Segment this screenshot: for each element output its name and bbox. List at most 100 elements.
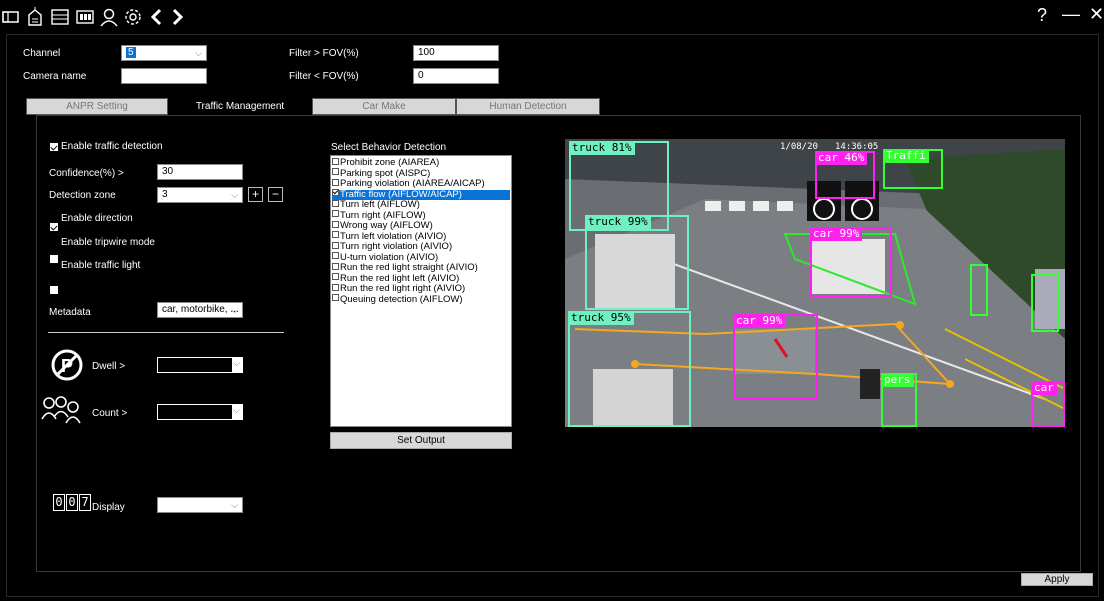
behavior-item[interactable]: Turn right violation (AIVIO) (332, 242, 510, 252)
behavior-item[interactable]: Run the red light right (AIVIO) (332, 284, 510, 294)
detection-zone-label: Detection zone (49, 190, 116, 201)
behavior-item[interactable]: Traffic flow (AIFLOW/AICAP) (332, 188, 510, 200)
enable-traffic-detection-label: Enable traffic detection (61, 141, 163, 152)
dwell-label: Dwell > (92, 361, 126, 372)
behavior-item[interactable]: Queuing detection (AIFLOW) (332, 294, 510, 305)
behavior-checkbox[interactable] (332, 157, 339, 165)
detection-label: truck 95% (568, 311, 634, 325)
osd-date: 1/08/20 (780, 142, 818, 152)
people-count-icon (40, 395, 84, 430)
behavior-item-label: Run the red light right (AIVIO) (340, 283, 466, 294)
behavior-checkbox[interactable] (332, 189, 339, 197)
behavior-checkbox[interactable] (332, 262, 339, 270)
behavior-checkbox[interactable] (332, 283, 339, 291)
chip-icon[interactable] (24, 6, 46, 28)
behavior-checkbox[interactable] (332, 178, 339, 186)
behavior-item-label: U-turn violation (AIVIO) (340, 251, 439, 263)
behavior-item-label: Parking spot (AISPC) (340, 167, 431, 179)
enable-traffic-light-label: Enable traffic light (61, 260, 141, 271)
enable-direction-label: Enable direction (61, 213, 133, 224)
chevron-down-icon: ⌵ (231, 305, 238, 315)
behavior-listbox: Prohibit zone (AIAREA) Parking spot (AISP… (330, 155, 512, 427)
back-icon[interactable] (146, 6, 168, 28)
behavior-item-label: Run the red light left (AIVIO) (340, 272, 460, 284)
behavior-item[interactable]: Parking violation (AIAREA/AICAP) (332, 179, 510, 189)
behavior-checkbox[interactable] (332, 294, 339, 302)
behavior-checkbox[interactable] (332, 168, 339, 176)
behavior-item[interactable]: Run the red light straight (AIVIO) (332, 263, 510, 273)
chevron-down-icon: ⌵ (231, 500, 238, 510)
chevron-down-icon: ⌵ (233, 358, 240, 368)
enable-direction-checkbox[interactable] (50, 223, 58, 231)
count-select[interactable]: ⌵ (157, 404, 243, 420)
detection-label: truck 99% (585, 215, 651, 229)
user-icon[interactable] (98, 6, 120, 28)
window-icon[interactable] (0, 6, 22, 28)
channel-select[interactable]: 5 ⌵ (121, 45, 207, 61)
no-parking-icon: P (50, 348, 84, 387)
enable-traffic-detection-checkbox[interactable] (50, 143, 58, 151)
add-zone-button[interactable]: + (248, 187, 263, 202)
behavior-item[interactable]: Wrong way (AIFLOW) (332, 221, 510, 231)
behavior-checkbox[interactable] (332, 252, 339, 260)
behavior-item-label: Turn left violation (AIVIO) (340, 230, 447, 242)
camera-name-input[interactable] (121, 68, 207, 84)
tab-human-detection[interactable]: Human Detection (456, 98, 600, 115)
detection-box (568, 311, 691, 427)
behavior-item-label: Turn right (AIFLOW) (340, 209, 426, 221)
behavior-checkbox[interactable] (332, 220, 339, 228)
chevron-down-icon: ⌵ (231, 190, 238, 200)
detection-label: car 99% (733, 314, 786, 328)
detection-label: pers (881, 373, 914, 387)
filter-lt-label: Filter < FOV(%) (289, 71, 359, 82)
enable-traffic-light-checkbox[interactable] (50, 286, 58, 294)
behavior-item-label: Parking violation (AIAREA/AICAP) (340, 178, 485, 189)
behavior-title: Select Behavior Detection (331, 142, 447, 153)
enable-tripwire-checkbox[interactable] (50, 255, 58, 263)
behavior-item[interactable]: Parking spot (AISPC) (332, 167, 510, 179)
digit: 0 (66, 494, 78, 511)
device-icon[interactable] (49, 6, 71, 28)
behavior-item[interactable]: Prohibit zone (AIAREA) (332, 158, 510, 168)
filter-gt-label: Filter > FOV(%) (289, 48, 359, 59)
display-select[interactable]: ⌵ (157, 497, 243, 513)
behavior-item[interactable]: U-turn violation (AIVIO) (332, 251, 510, 263)
digit-display-icon: 0 0 7 (53, 494, 91, 511)
behavior-checkbox[interactable] (332, 273, 339, 281)
confidence-input[interactable]: 30 (157, 164, 243, 180)
detection-label: Traffi (883, 149, 929, 163)
detection-box (970, 264, 988, 316)
filter-gt-input[interactable]: 100 (413, 45, 499, 61)
camera-name-label: Camera name (23, 71, 87, 82)
set-output-button[interactable]: Set Output (330, 432, 512, 449)
behavior-item-label: Wrong way (AIFLOW) (340, 220, 433, 231)
metadata-select[interactable]: car, motorbike, ... ⌵ (157, 302, 243, 318)
camera-preview: 1/08/20 14:36:05 truck 81% truck 99% tru… (565, 139, 1065, 427)
behavior-item[interactable]: Run the red light left (AIVIO) (332, 272, 510, 284)
detection-zone-select[interactable]: 3 ⌵ (157, 187, 243, 203)
forward-icon[interactable] (166, 6, 188, 28)
behavior-item[interactable]: Turn right (AIFLOW) (332, 209, 510, 221)
filter-lt-input[interactable]: 0 (413, 68, 499, 84)
apply-button[interactable]: Apply (1021, 573, 1093, 586)
behavior-checkbox[interactable] (332, 210, 339, 218)
pcb-icon[interactable] (74, 6, 96, 28)
help-button[interactable]: ? (1037, 5, 1047, 26)
tab-car-make[interactable]: Car Make (312, 98, 456, 115)
remove-zone-button[interactable]: − (268, 187, 283, 202)
tab-anpr-setting[interactable]: ANPR Setting (26, 98, 168, 115)
close-button[interactable]: ✕ (1089, 4, 1104, 25)
behavior-item[interactable]: Turn left (AIFLOW) (332, 200, 510, 210)
behavior-checkbox[interactable] (332, 199, 339, 207)
behavior-checkbox[interactable] (332, 231, 339, 239)
tab-traffic-management[interactable]: Traffic Management (168, 98, 312, 115)
detection-label: car (1031, 381, 1057, 395)
minimize-button[interactable]: — (1062, 4, 1080, 25)
detection-label: car 46% (815, 151, 868, 165)
behavior-item-label: Traffic flow (AIFLOW/AICAP) (340, 188, 462, 200)
settings-icon[interactable] (122, 6, 144, 28)
count-label: Count > (92, 408, 128, 419)
dwell-select[interactable]: ⌵ (157, 357, 243, 373)
behavior-checkbox[interactable] (332, 241, 339, 249)
behavior-item[interactable]: Turn left violation (AIVIO) (332, 230, 510, 242)
